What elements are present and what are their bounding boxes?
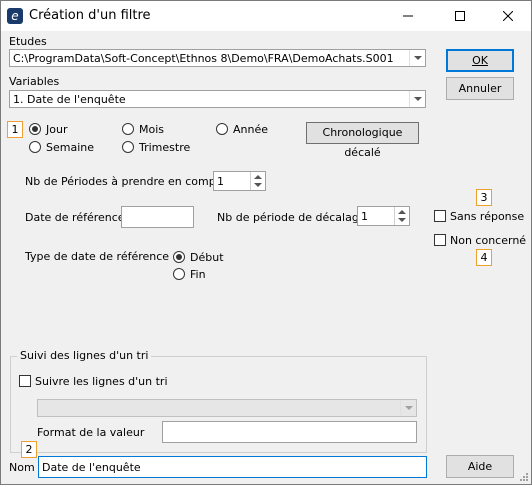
filter-dialog: e Création d'un filtre Etudes C:\Program… [0,0,532,485]
title-bar: e Création d'un filtre [1,1,531,31]
minimize-button[interactable] [385,1,431,31]
nb-periodes-label: Nb de Périodes à prendre en compte [25,175,227,188]
non-concerne-checkbox[interactable] [434,234,446,246]
radio-trimestre[interactable] [122,141,134,153]
suivre-lignes-label: Suivre les lignes d'un tri [35,375,168,388]
chevron-down-icon[interactable] [409,50,425,66]
radio-fin[interactable] [173,268,185,280]
maximize-button[interactable] [437,1,483,31]
radio-semaine[interactable] [29,141,41,153]
spin-up-icon[interactable] [250,172,265,181]
date-reference-label: Date de référence [25,211,125,224]
suivi-group-title: Suivi des lignes d'un tri [17,349,152,362]
radio-jour[interactable] [29,123,41,135]
window-title: Création d'un filtre [29,8,151,23]
chevron-down-icon[interactable] [409,91,425,107]
nom-label: Nom [9,461,35,474]
app-icon: e [7,8,23,24]
close-button[interactable] [485,1,531,31]
radio-annee-label: Année [233,123,269,136]
ok-button-label: OK [472,54,488,67]
variables-value: 1. Date de l'enquête [13,93,126,106]
suivi-tri-combo[interactable] [37,399,417,417]
spin-down-icon[interactable] [394,216,409,225]
variables-label: Variables [9,75,60,88]
marker-1: 1 [7,121,23,138]
type-date-label: Type de date de référence [25,250,170,263]
marker-4: 4 [476,249,492,266]
ok-button[interactable]: OK [446,49,514,72]
nb-decalage-label: Nb de période de décalage [217,211,366,224]
etudes-label: Etudes [9,35,47,48]
nom-value: Date de l'enquête [42,461,141,474]
nb-periodes-value: 1 [217,175,224,188]
etudes-combo[interactable]: C:\ProgramData\Soft-Concept\Ethnos 8\Dem… [9,49,426,67]
non-concerne-label: Non concerné [450,234,527,247]
resize-grip-icon[interactable] [519,472,529,482]
suivre-lignes-checkbox[interactable] [19,375,31,387]
marker-3: 3 [476,189,492,206]
radio-mois-label: Mois [139,123,165,136]
nom-input[interactable]: Date de l'enquête [38,456,427,478]
chevron-down-icon[interactable] [400,400,416,416]
maximize-icon [455,10,465,21]
radio-jour-label: Jour [46,123,68,136]
radio-annee[interactable] [216,123,228,135]
nb-decalage-value: 1 [361,210,368,223]
etudes-value: C:\ProgramData\Soft-Concept\Ethnos 8\Dem… [13,52,394,65]
radio-debut-label: Début [190,251,224,264]
radio-fin-label: Fin [190,268,206,281]
format-valeur-input[interactable] [162,421,417,443]
spin-down-icon[interactable] [250,181,265,190]
spin-up-icon[interactable] [394,207,409,216]
chronologique-decale-button[interactable]: Chronologique décalé [306,122,419,159]
cancel-button[interactable]: Annuler [446,77,514,100]
date-reference-input[interactable] [121,206,194,228]
marker-2: 2 [21,441,37,458]
radio-debut[interactable] [173,251,185,263]
sans-reponse-checkbox[interactable] [434,210,446,222]
format-valeur-label: Format de la valeur [37,426,145,439]
radio-semaine-label: Semaine [46,141,95,154]
sans-reponse-label: Sans réponse [450,210,525,223]
variables-combo[interactable]: 1. Date de l'enquête [9,90,426,108]
aide-button[interactable]: Aide [446,455,514,478]
nb-periodes-spinner[interactable]: 1 [213,171,266,191]
minimize-icon [403,15,413,16]
radio-mois[interactable] [122,123,134,135]
close-icon [503,10,513,21]
radio-trimestre-label: Trimestre [139,141,191,154]
nb-decalage-spinner[interactable]: 1 [357,206,410,226]
